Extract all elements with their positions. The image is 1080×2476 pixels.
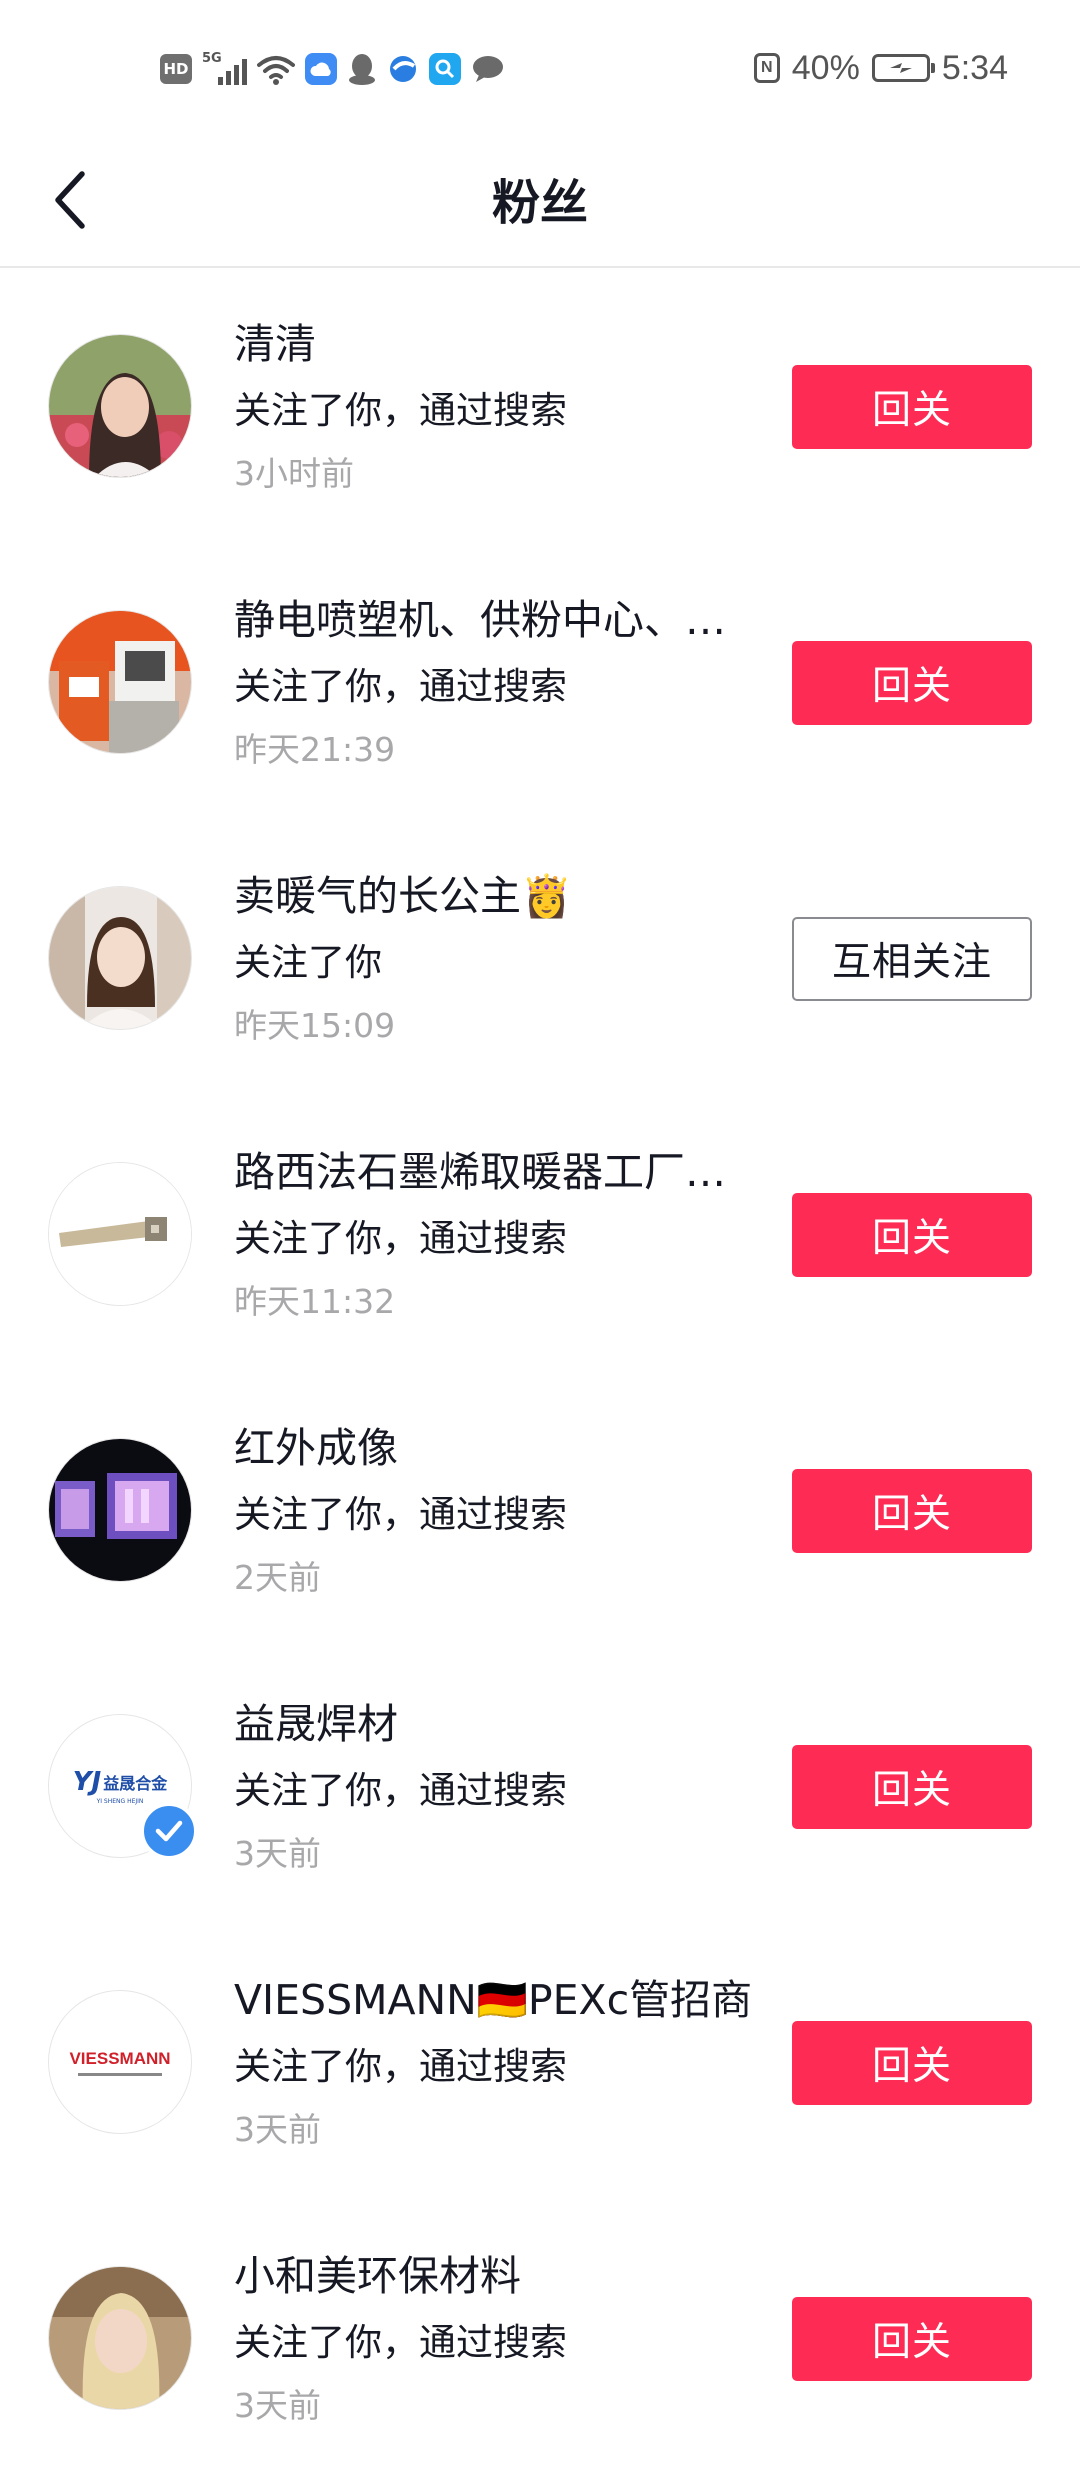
avatar[interactable] [48,886,192,1030]
follow-back-button[interactable]: 回关 [792,1193,1032,1277]
logo-text: VIESSMANN [69,2048,171,2068]
avatar[interactable] [48,610,192,754]
follow-back-button[interactable]: 回关 [792,1469,1032,1553]
clock-time: 5:34 [941,48,1008,87]
status-icons-left: HD 5G [160,48,505,90]
fan-time: 昨天21:39 [234,730,396,769]
status-icons-right: N 40% 5:34 [753,46,1008,90]
fan-name: 卖暖气的长公主👸 [234,872,573,920]
fan-row[interactable]: YJ 益晟合金 YI SHENG HEJIN 益晟焊材 关注了你，通过搜索 3天… [0,1648,1080,1924]
avatar[interactable]: VIESSMANN [48,1990,192,2134]
battery-charging-icon [871,54,935,82]
fan-row[interactable]: 路西法石墨烯取暖器工厂… 关注了你，通过搜索 昨天11:32 回关 [0,1096,1080,1372]
fan-row[interactable]: 清清 关注了你，通过搜索 3小时前 回关 [0,268,1080,544]
follow-back-button[interactable]: 回关 [792,1745,1032,1829]
cloud-app-icon [305,53,337,85]
fan-row[interactable]: 卖暖气的长公主👸 关注了你 昨天15:09 互相关注 [0,820,1080,1096]
logo-text: 益晟合金 [103,1774,168,1793]
page-title: 粉丝 [491,175,588,231]
avatar[interactable] [48,1438,192,1582]
avatar[interactable] [48,2266,192,2410]
nfc-icon: N [753,53,780,83]
fan-name: 红外成像 [234,1424,398,1472]
fan-action-text: 关注了你，通过搜索 [234,1217,567,1260]
browser-app-icon [387,53,419,85]
network-type-label: 5G [202,51,222,66]
fan-action-text: 关注了你，通过搜索 [234,2321,567,2364]
fan-row[interactable]: 红外成像 关注了你，通过搜索 2天前 回关 [0,1372,1080,1648]
battery-percent: 40% [791,48,860,87]
fan-time: 2天前 [234,1558,321,1597]
avatar[interactable]: YJ 益晟合金 YI SHENG HEJIN [48,1714,198,1860]
fan-action-text: 关注了你，通过搜索 [234,1769,567,1812]
fan-row[interactable]: VIESSMANN VIESSMANN🇩🇪PEXc管招商 关注了你，通过搜索 3… [0,1924,1080,2200]
follow-back-button[interactable]: 回关 [792,365,1032,449]
follow-back-button[interactable]: 回关 [792,2021,1032,2105]
fan-time: 3天前 [234,2386,321,2425]
avatar-photo [49,1439,191,1581]
avatar[interactable] [48,334,192,478]
wifi-icon [257,56,295,85]
fan-time: 3小时前 [234,454,354,493]
fan-row[interactable]: 小和美环保材料 关注了你，通过搜索 3天前 回关 [0,2200,1080,2476]
verified-badge-icon [140,1802,198,1860]
fan-time: 3天前 [234,1834,321,1873]
fan-row[interactable]: 静电喷塑机、供粉中心、… 关注了你，通过搜索 昨天21:39 回关 [0,544,1080,820]
follow-back-button[interactable]: 回关 [792,2297,1032,2381]
nav-bar: 粉丝 [0,140,1080,268]
fan-name: 小和美环保材料 [234,2252,521,2300]
fan-action-text: 关注了你，通过搜索 [234,665,567,708]
avatar-photo [49,1163,191,1305]
fan-time: 3天前 [234,2110,321,2149]
fan-time: 昨天15:09 [234,1006,396,1045]
fan-name: 益晟焊材 [234,1700,398,1748]
fan-action-text: 关注了你 [234,941,382,984]
fan-action-text: 关注了你，通过搜索 [234,389,567,432]
fan-name: 静电喷塑机、供粉中心、… [234,596,726,644]
brand-logo: YJ 益晟合金 [72,1767,168,1797]
hd-icon: HD [160,54,192,84]
message-bubble-icon [473,56,503,82]
fan-time: 昨天11:32 [234,1282,396,1321]
cellular-signal-icon: 5G [202,51,247,85]
follow-back-button[interactable]: 回关 [792,641,1032,725]
mutual-follow-button[interactable]: 互相关注 [792,917,1032,1001]
avatar-photo [49,887,191,1029]
avatar-photo [49,611,191,753]
status-bar: HD 5G N 40% 5:34 [0,0,1080,140]
avatar-photo [49,335,191,477]
avatar-photo [49,2267,191,2409]
qq-penguin-icon [349,54,375,85]
avatar[interactable] [48,1162,192,1306]
fan-action-text: 关注了你，通过搜索 [234,1493,567,1536]
fan-name: VIESSMANN🇩🇪PEXc管招商 [234,1976,753,2024]
fan-name: 清清 [234,320,316,368]
logo-underline [78,2072,162,2076]
fan-name: 路西法石墨烯取暖器工厂… [234,1148,726,1196]
logo-subtext: YI SHENG HEJIN [96,1798,144,1805]
fan-action-text: 关注了你，通过搜索 [234,2045,567,2088]
search-app-icon [429,53,461,85]
